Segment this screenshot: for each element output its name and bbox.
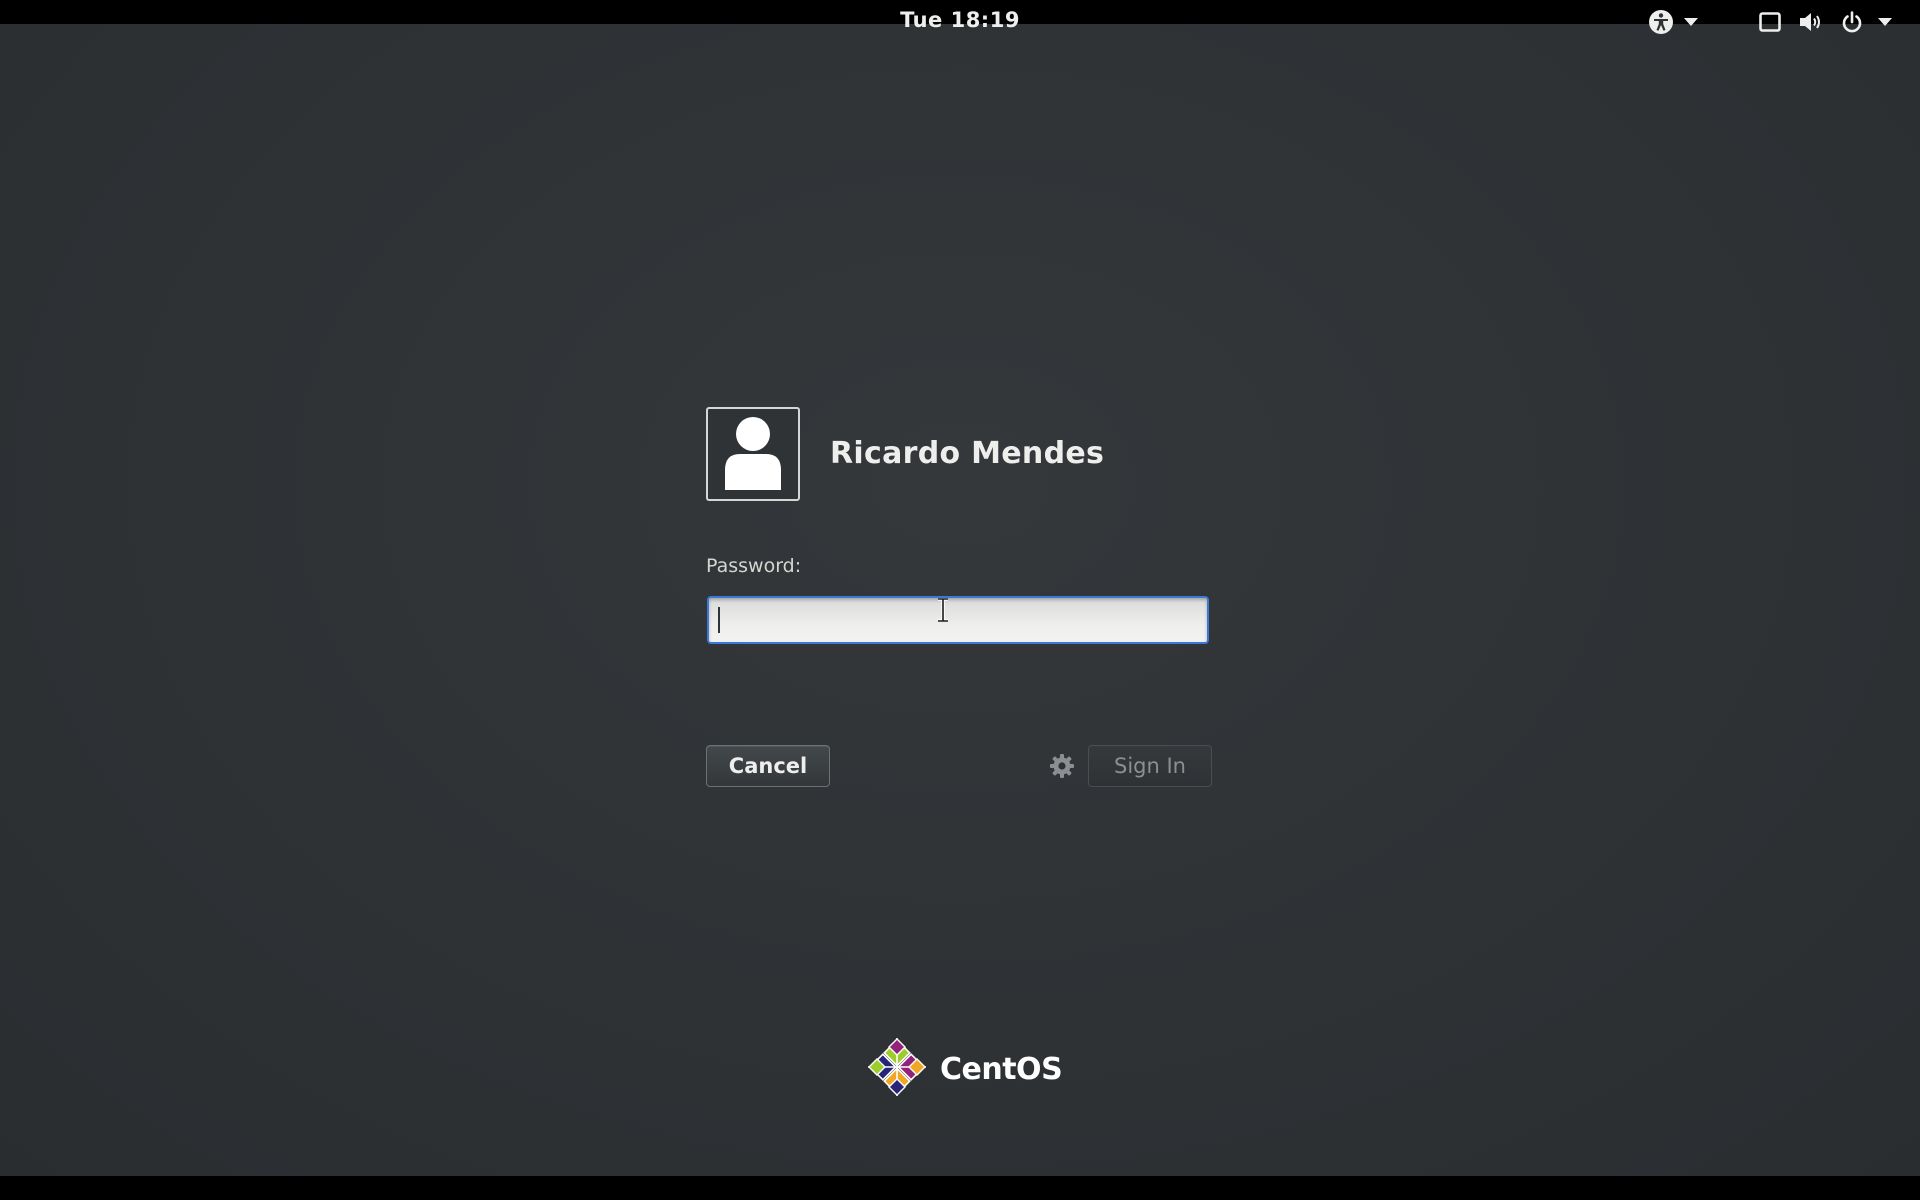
power-icon — [1840, 10, 1864, 34]
centos-logo-text: CentOS — [940, 1051, 1063, 1087]
user-name: Ricardo Mendes — [830, 436, 1105, 471]
screen-bottom-band — [0, 1176, 1920, 1200]
user-avatar-icon — [722, 414, 784, 494]
accessibility-icon — [1648, 9, 1674, 35]
sign-in-button[interactable]: Sign In — [1088, 745, 1212, 787]
user-avatar — [706, 407, 800, 501]
centos-logo-icon — [864, 1034, 930, 1104]
ibeam-cursor-icon — [936, 597, 950, 626]
chevron-down-icon — [1878, 18, 1892, 26]
gear-icon — [1048, 754, 1076, 784]
chevron-down-icon — [1684, 18, 1698, 26]
display-icon — [1758, 10, 1782, 34]
centos-logo: CentOS — [864, 1034, 1063, 1104]
accessibility-menu[interactable] — [1648, 6, 1698, 38]
text-caret — [718, 607, 720, 633]
password-label: Password: — [706, 555, 802, 577]
volume-icon — [1798, 10, 1824, 34]
cancel-button[interactable]: Cancel — [706, 745, 830, 787]
screen: Tue 18:19 Ricardo Mendes Password: Cance… — [0, 0, 1920, 1200]
system-menu[interactable] — [1758, 6, 1892, 38]
session-settings-button[interactable] — [1048, 752, 1076, 780]
password-field[interactable] — [707, 596, 1209, 644]
clock[interactable]: Tue 18:19 — [0, 8, 1920, 32]
